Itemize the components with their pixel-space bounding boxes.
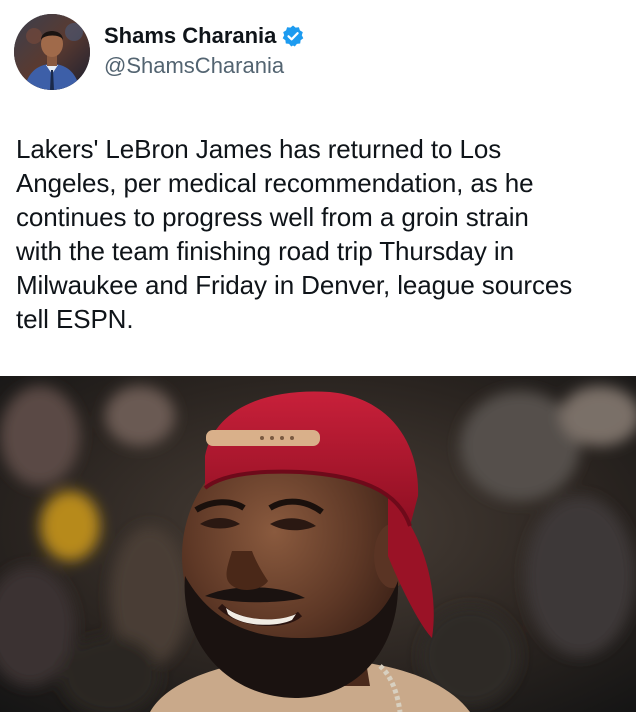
author-names: Shams Charania @ShamsCharania: [104, 22, 305, 80]
tweet-card: Shams Charania @ShamsCharania Lakers' Le…: [0, 0, 636, 712]
verified-badge-icon: [281, 24, 305, 48]
tweet-text: Lakers' LeBron James has returned to Los…: [16, 134, 573, 334]
photo-player-red-cap-icon: [0, 376, 636, 712]
author-handle[interactable]: @ShamsCharania: [104, 52, 305, 80]
tweet-media[interactable]: [0, 376, 636, 712]
tweet-author: Shams Charania @ShamsCharania: [14, 14, 305, 90]
author-display-name[interactable]: Shams Charania: [104, 22, 276, 50]
profile-photo-icon: [14, 14, 90, 90]
author-avatar[interactable]: [14, 14, 90, 90]
display-name-row: Shams Charania: [104, 22, 305, 50]
